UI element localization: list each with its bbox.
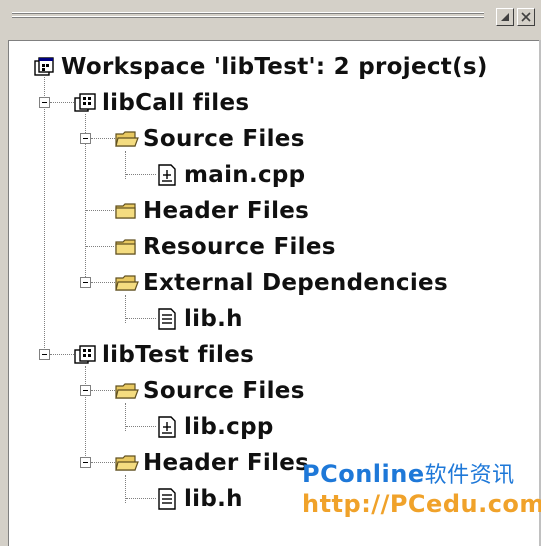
tree-line xyxy=(126,174,156,175)
folder-label: Source Files xyxy=(143,126,305,152)
close-icon xyxy=(521,12,531,22)
watermark-brand-text: PConline xyxy=(302,460,425,488)
restore-icon xyxy=(501,13,509,21)
collapse-toggle[interactable] xyxy=(39,97,50,108)
tree-item-folder[interactable]: Source Files xyxy=(115,375,305,407)
tree-line xyxy=(91,462,115,463)
tree-line xyxy=(50,102,74,103)
folder-label: Header Files xyxy=(143,450,310,476)
tree-line xyxy=(126,318,156,319)
tree-line xyxy=(91,138,115,139)
open-folder-icon xyxy=(115,452,139,474)
tree-item-file[interactable]: lib.h xyxy=(156,483,243,515)
collapse-toggle[interactable] xyxy=(39,349,50,360)
collapse-toggle[interactable] xyxy=(80,133,91,144)
folder-label: Resource Files xyxy=(143,234,336,260)
file-label: lib.cpp xyxy=(184,414,274,440)
folder-icon xyxy=(115,200,137,222)
tree-item-project[interactable]: libTest files xyxy=(74,339,254,371)
workspace-icon xyxy=(33,56,55,78)
tree-item-folder[interactable]: Header Files xyxy=(115,195,309,227)
collapse-toggle[interactable] xyxy=(80,385,91,396)
cpp-file-icon xyxy=(156,416,178,438)
panel-titlebar[interactable] xyxy=(0,0,541,41)
project-label: libTest files xyxy=(102,342,255,368)
drag-grip[interactable] xyxy=(12,10,484,22)
tree-item-folder[interactable]: Source Files xyxy=(115,123,305,155)
tree-item-folder[interactable]: Header Files xyxy=(115,447,309,479)
restore-button[interactable] xyxy=(496,8,514,26)
panel-left-border xyxy=(0,40,9,546)
header-file-icon xyxy=(156,308,178,330)
file-label: lib.h xyxy=(184,306,243,332)
open-folder-icon xyxy=(115,128,139,150)
tree-item-file[interactable]: main.cpp xyxy=(156,159,305,191)
folder-label: Source Files xyxy=(143,378,305,404)
watermark-brand-cn: 软件资讯 xyxy=(424,463,515,488)
project-icon xyxy=(74,344,96,366)
collapse-toggle[interactable] xyxy=(80,457,91,468)
tree-item-project[interactable]: libCall files xyxy=(74,87,249,119)
tree-line xyxy=(85,366,86,466)
workspace-panel: Workspace 'libTest': 2 project(s) libCal… xyxy=(0,0,541,546)
open-folder-icon xyxy=(115,380,139,402)
tree-line xyxy=(126,498,156,499)
tree-line xyxy=(126,426,156,427)
folder-label: External Dependencies xyxy=(143,270,448,296)
tree-line xyxy=(91,282,115,283)
watermark-brand: PConline软件资讯 xyxy=(302,457,515,489)
project-label: libCall files xyxy=(102,90,250,116)
open-folder-icon xyxy=(115,272,139,294)
cpp-file-icon xyxy=(156,164,178,186)
workspace-label: Workspace 'libTest': 2 project(s) xyxy=(61,54,488,80)
collapse-toggle[interactable] xyxy=(80,277,91,288)
tree-item-folder[interactable]: External Dependencies xyxy=(115,267,448,299)
header-file-icon xyxy=(156,488,178,510)
tree-item-folder[interactable]: Resource Files xyxy=(115,231,336,263)
tree-item-file[interactable]: lib.cpp xyxy=(156,411,274,443)
tree-line xyxy=(50,354,74,355)
close-button[interactable] xyxy=(517,8,535,26)
file-label: lib.h xyxy=(184,486,243,512)
tree-line xyxy=(44,77,45,360)
file-label: main.cpp xyxy=(184,162,306,188)
tree-line xyxy=(86,246,114,247)
tree-line xyxy=(86,210,114,211)
tree-item-file[interactable]: lib.h xyxy=(156,303,243,335)
watermark-url: http://PCedu.com xyxy=(302,490,541,518)
project-icon xyxy=(74,92,96,114)
tree-line xyxy=(91,390,115,391)
tree-item-workspace[interactable]: Workspace 'libTest': 2 project(s) xyxy=(33,51,488,83)
folder-icon xyxy=(115,236,137,258)
folder-label: Header Files xyxy=(143,198,310,224)
